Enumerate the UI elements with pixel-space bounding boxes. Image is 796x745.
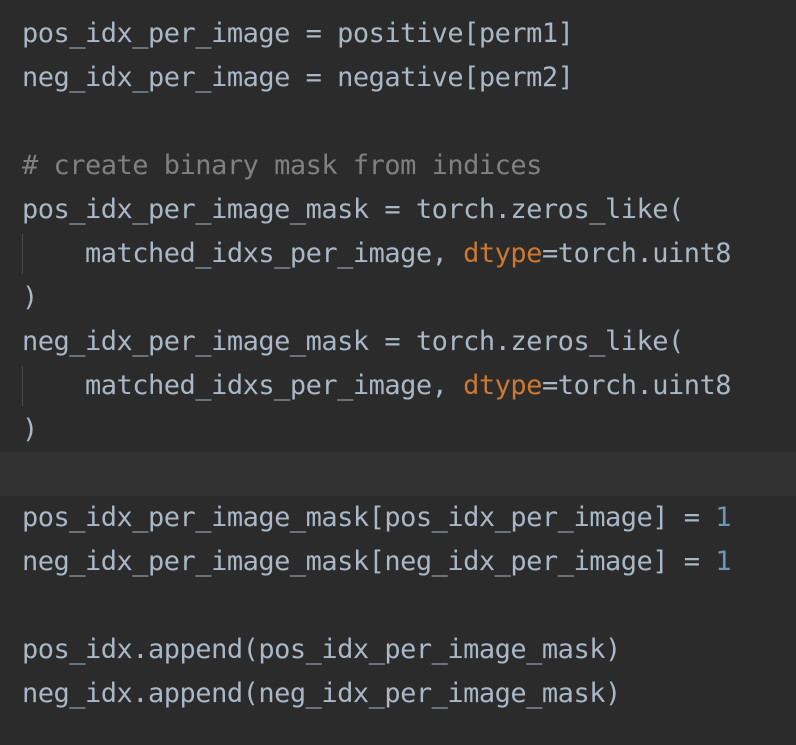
code-token-default: pos_idx.append(pos_idx_per_image_mask) (22, 634, 621, 665)
code-token-keyword: dtype (463, 370, 542, 401)
code-token-comment: # create binary mask from indices (22, 150, 542, 181)
indent-guide (22, 234, 23, 274)
code-line[interactable]: neg_idx_per_image_mask = torch.zeros_lik… (0, 320, 796, 364)
code-editor[interactable]: pos_idx_per_image = positive[perm1] neg_i… (0, 0, 796, 745)
code-token-default: =torch.uint8 (541, 370, 732, 401)
code-token-default: pos_idx_per_image_mask[pos_idx_per_image… (22, 502, 716, 533)
code-token-default: neg_idx_per_image = negative[perm2] (22, 62, 574, 93)
code-line[interactable]: pos_idx_per_image_mask = torch.zeros_lik… (0, 188, 796, 232)
code-token-default: matched_idxs_per_image, (22, 238, 464, 269)
code-line[interactable]: neg_idx.append(neg_idx_per_image_mask) (0, 672, 796, 716)
code-token-number: 1 (715, 546, 732, 577)
code-token-default: pos_idx_per_image = positive[perm1] (22, 18, 574, 49)
code-line[interactable]: neg_idx_per_image = negative[perm2] (0, 56, 796, 100)
code-line[interactable]: ) (0, 276, 796, 320)
code-line[interactable]: matched_idxs_per_image, dtype=torch.uint… (0, 364, 796, 408)
code-token-default: ) (22, 414, 38, 445)
code-line[interactable]: ​ (0, 100, 796, 144)
code-token-default: ) (22, 282, 38, 313)
code-token-default: =torch.uint8 (541, 238, 732, 269)
code-line[interactable]: pos_idx_per_image_mask[pos_idx_per_image… (0, 496, 796, 540)
code-line-highlighted[interactable]: ​ (0, 452, 796, 496)
code-token-default: neg_idx_per_image_mask = torch.zeros_lik… (22, 326, 684, 357)
code-token-default: neg_idx.append(neg_idx_per_image_mask) (22, 678, 621, 709)
code-line[interactable]: ​ (0, 584, 796, 628)
code-line[interactable]: ) (0, 408, 796, 452)
code-line[interactable]: pos_idx_per_image = positive[perm1] (0, 12, 796, 56)
code-line[interactable]: matched_idxs_per_image, dtype=torch.uint… (0, 232, 796, 276)
code-token-keyword: dtype (463, 238, 542, 269)
code-line[interactable]: pos_idx.append(pos_idx_per_image_mask) (0, 628, 796, 672)
code-token-default: neg_idx_per_image_mask[neg_idx_per_image… (22, 546, 716, 577)
code-content[interactable]: pos_idx_per_image = positive[perm1] neg_i… (0, 12, 796, 716)
code-token-default: pos_idx_per_image_mask = torch.zeros_lik… (22, 194, 684, 225)
code-line[interactable]: neg_idx_per_image_mask[neg_idx_per_image… (0, 540, 796, 584)
code-line[interactable]: # create binary mask from indices (0, 144, 796, 188)
code-token-default: matched_idxs_per_image, (22, 370, 464, 401)
indent-guide (22, 366, 23, 406)
code-token-number: 1 (715, 502, 732, 533)
